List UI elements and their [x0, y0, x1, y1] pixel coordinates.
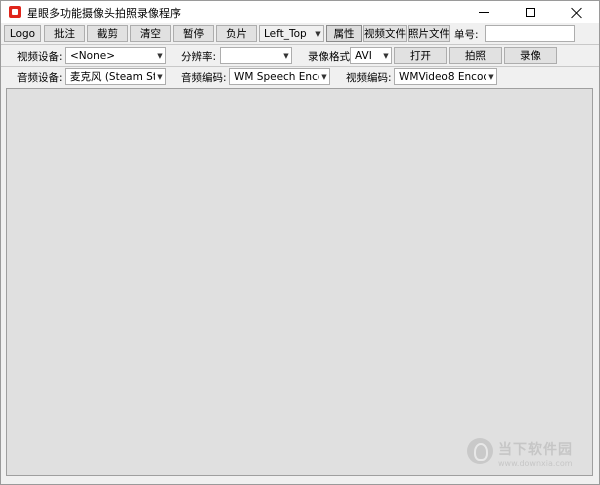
watermark: 当下软件园 www.downxia.com [467, 437, 587, 471]
pause-button[interactable]: 暂停 [173, 25, 214, 42]
clear-button[interactable]: 清空 [130, 25, 171, 42]
video-codec-select[interactable]: WMVideo8 Encoder ▼ [394, 68, 497, 85]
video-device-select[interactable]: <None> ▼ [65, 47, 166, 64]
app-window: 星眼多功能摄像头拍照录像程序 Logo 批注 截剪 清空 暂停 负片 Left_… [0, 0, 600, 485]
annotate-button[interactable]: 批注 [44, 25, 85, 42]
audio-device-select[interactable]: 麦克风 (Steam Strea ▼ [65, 68, 166, 85]
window-title: 星眼多功能摄像头拍照录像程序 [27, 7, 181, 20]
video-settings-row: 视频设备: <None> ▼ 分辨率: ▼ 录像格式: AVI ▼ 打开 拍照 … [1, 45, 599, 67]
toolbar: Logo 批注 截剪 清空 暂停 负片 Left_Top ▼ 属性 视频文件 照… [1, 23, 599, 44]
resolution-select[interactable]: ▼ [220, 47, 292, 64]
title-bar: 星眼多功能摄像头拍照录像程序 [1, 1, 599, 23]
watermark-logo-icon [467, 438, 493, 464]
camera-preview-panel[interactable] [6, 88, 593, 476]
minimize-icon [479, 11, 489, 13]
chevron-down-icon: ▼ [283, 51, 289, 60]
video-device-label: 视频设备: [17, 51, 63, 63]
photo-file-button[interactable]: 照片文件 [408, 25, 450, 42]
close-button[interactable] [553, 1, 599, 23]
audio-device-value: 麦克风 (Steam Strea [70, 71, 155, 83]
video-device-value: <None> [70, 49, 115, 62]
video-codec-label: 视频编码: [346, 72, 392, 84]
record-format-value: AVI [355, 49, 372, 62]
record-button[interactable]: 录像 [504, 47, 557, 64]
chevron-down-icon: ▼ [488, 72, 494, 81]
audio-codec-label: 音频编码: [181, 72, 227, 84]
watermark-url: www.downxia.com [498, 459, 573, 468]
video-codec-value: WMVideo8 Encoder [399, 70, 486, 83]
close-icon [571, 7, 582, 18]
audio-settings-row: 音频设备: 麦克风 (Steam Strea ▼ 音频编码: WM Speech… [1, 67, 599, 89]
crop-button[interactable]: 截剪 [87, 25, 128, 42]
minimize-button[interactable] [461, 1, 507, 23]
open-button[interactable]: 打开 [394, 47, 447, 64]
video-file-button[interactable]: 视频文件 [363, 25, 407, 42]
chevron-down-icon: ▼ [157, 72, 163, 81]
camera-app-icon [9, 6, 21, 18]
order-number-input[interactable] [485, 25, 575, 42]
logo-button[interactable]: Logo [4, 25, 41, 42]
take-photo-button[interactable]: 拍照 [449, 47, 502, 64]
audio-device-label: 音频设备: [17, 72, 63, 84]
chevron-down-icon: ▼ [383, 51, 389, 60]
audio-codec-value: WM Speech Encode [234, 70, 319, 83]
maximize-icon [525, 7, 535, 17]
order-number-label: 单号: [454, 29, 479, 41]
watermark-title: 当下软件园 [498, 442, 573, 458]
position-select-value: Left_Top [264, 27, 307, 40]
audio-codec-select[interactable]: WM Speech Encode ▼ [229, 68, 330, 85]
negative-button[interactable]: 负片 [216, 25, 257, 42]
chevron-down-icon: ▼ [157, 51, 163, 60]
chevron-down-icon: ▼ [315, 29, 321, 38]
maximize-button[interactable] [507, 1, 553, 23]
properties-button[interactable]: 属性 [326, 25, 362, 42]
record-format-label: 录像格式: [308, 51, 354, 63]
position-select[interactable]: Left_Top ▼ [259, 25, 324, 42]
record-format-select[interactable]: AVI ▼ [350, 47, 392, 64]
chevron-down-icon: ▼ [321, 72, 327, 81]
resolution-label: 分辨率: [181, 51, 217, 63]
